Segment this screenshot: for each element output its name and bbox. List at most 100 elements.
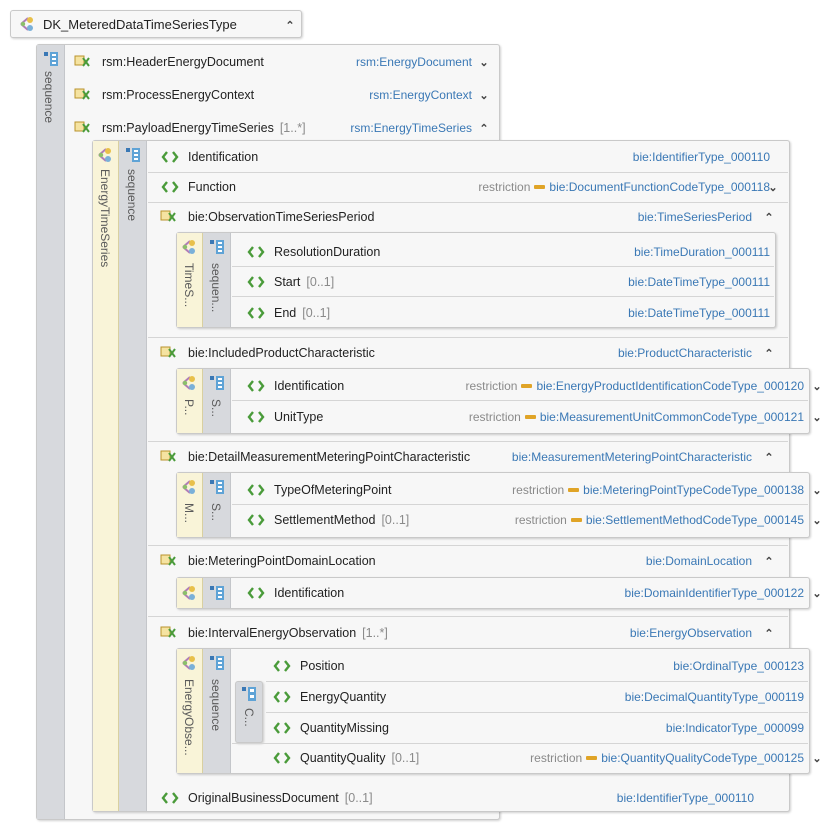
expand-chevron-icon[interactable]: ⌄ bbox=[810, 582, 824, 604]
element-row-energy-quantity[interactable]: EnergyQuantity bbox=[272, 686, 472, 708]
element-type-link[interactable]: bie:TimeSeriesPeriod bbox=[638, 206, 752, 228]
element-icon bbox=[272, 720, 292, 736]
element-type-link[interactable]: bie:OrdinalType_000123 bbox=[673, 655, 804, 677]
payload-type-label: EnergyTimeSeries bbox=[98, 169, 112, 268]
restricted-type[interactable]: restriction bie:EnergyProductIdentificat… bbox=[465, 375, 804, 397]
collapse-chevron-icon[interactable]: ⌃ bbox=[762, 622, 776, 644]
element-row-quantity-quality[interactable]: QuantityQuality [0..1] bbox=[272, 747, 492, 769]
complex-element-icon bbox=[160, 449, 180, 465]
complex-type-icon bbox=[97, 147, 115, 166]
element-row-original-business-document[interactable]: OriginalBusinessDocument [0..1] bbox=[160, 787, 560, 809]
element-type-link[interactable]: bie:IdentifierType_000110 bbox=[633, 146, 770, 168]
element-row-start[interactable]: Start [0..1] bbox=[246, 271, 546, 293]
domain-sequence-strip[interactable] bbox=[203, 578, 231, 608]
complex-element-icon bbox=[160, 625, 180, 641]
expand-chevron-icon[interactable]: ⌄ bbox=[810, 509, 824, 531]
element-row-included-product-characteristic[interactable]: bie:IncludedProductCharacteristic bbox=[160, 342, 560, 364]
element-row-detail-measurement-metering-point[interactable]: bie:DetailMeasurementMeteringPointCharac… bbox=[160, 446, 560, 468]
product-sequence-label: S... bbox=[209, 399, 223, 418]
expand-chevron-icon[interactable]: ⌄ bbox=[766, 176, 780, 198]
element-type-link: bie:QuantityQualityCodeType_000125 bbox=[601, 751, 804, 765]
choice-label: C... bbox=[242, 708, 256, 727]
element-type-link[interactable]: bie:DomainIdentifierType_000122 bbox=[625, 582, 804, 604]
element-row-metering-point-domain-location[interactable]: bie:MeteringPointDomainLocation bbox=[160, 550, 560, 572]
element-type-link[interactable]: bie:IdentifierType_000110 bbox=[617, 787, 754, 809]
collapse-chevron-icon[interactable]: ⌃ bbox=[477, 117, 491, 139]
restricted-type[interactable]: restriction bie:DocumentFunctionCodeType… bbox=[478, 176, 770, 198]
restricted-type[interactable]: restriction bie:QuantityQualityCodeType_… bbox=[530, 747, 804, 769]
element-type-link[interactable]: bie:EnergyObservation bbox=[630, 622, 752, 644]
element-row-product-identification[interactable]: Identification bbox=[246, 375, 466, 397]
collapse-chevron-icon[interactable]: ⌃ bbox=[762, 342, 776, 364]
collapse-chevron-icon[interactable]: ⌃ bbox=[283, 14, 297, 36]
element-name: bie:IncludedProductCharacteristic bbox=[188, 346, 375, 360]
root-type-header[interactable]: DK_MeteredDataTimeSeriesType ⌃ bbox=[10, 10, 302, 38]
product-sequence-strip[interactable]: S... bbox=[203, 369, 231, 433]
element-row-type-of-metering-point[interactable]: TypeOfMeteringPoint bbox=[246, 479, 486, 501]
collapse-chevron-icon[interactable]: ⌃ bbox=[762, 206, 776, 228]
metering-sequence-strip[interactable]: S... bbox=[203, 473, 231, 537]
collapse-chevron-icon[interactable]: ⌃ bbox=[762, 446, 776, 468]
element-icon bbox=[246, 305, 266, 321]
element-type-link[interactable]: bie:DomainLocation bbox=[646, 550, 752, 572]
row-divider bbox=[232, 296, 774, 297]
element-row-settlement-method[interactable]: SettlementMethod [0..1] bbox=[246, 509, 486, 531]
root-sequence-strip[interactable]: sequence bbox=[37, 45, 65, 819]
collapse-chevron-icon[interactable]: ⌃ bbox=[762, 550, 776, 572]
element-row-domain-identification[interactable]: Identification bbox=[246, 582, 466, 604]
restriction-label: restriction bbox=[478, 180, 531, 194]
domain-type-strip[interactable] bbox=[177, 578, 203, 608]
interval-type-strip[interactable]: EnergyObse... bbox=[177, 649, 203, 773]
element-type-link[interactable]: rsm:EnergyTimeSeries bbox=[350, 117, 472, 139]
element-row-interval-energy-observation[interactable]: bie:IntervalEnergyObservation [1..*] bbox=[160, 622, 560, 644]
restriction-label: restriction bbox=[514, 513, 567, 527]
element-type-link: bie:DocumentFunctionCodeType_000118 bbox=[549, 180, 770, 194]
element-name: OriginalBusinessDocument bbox=[188, 791, 339, 805]
element-type-link[interactable]: bie:TimeDuration_000111 bbox=[634, 241, 770, 263]
element-icon bbox=[246, 512, 266, 528]
element-row-unit-type[interactable]: UnitType bbox=[246, 406, 466, 428]
payload-sequence-strip[interactable]: sequence bbox=[119, 141, 147, 811]
restricted-type[interactable]: restriction bie:SettlementMethodCodeType… bbox=[515, 509, 804, 531]
metering-type-strip[interactable]: M... bbox=[177, 473, 203, 537]
restricted-type[interactable]: restriction bie:MeteringPointTypeCodeTyp… bbox=[512, 479, 804, 501]
element-type-link[interactable]: rsm:EnergyContext bbox=[369, 84, 472, 106]
element-type-link[interactable]: bie:DateTimeType_000111 bbox=[628, 302, 770, 324]
expand-chevron-icon[interactable]: ⌄ bbox=[810, 406, 824, 428]
complex-type-icon bbox=[181, 239, 199, 258]
period-type-strip[interactable]: TimeS... bbox=[177, 233, 203, 327]
choice-group[interactable]: C... bbox=[235, 681, 263, 743]
product-type-strip[interactable]: P... bbox=[177, 369, 203, 433]
element-row-resolution-duration[interactable]: ResolutionDuration bbox=[246, 241, 546, 263]
element-name: rsm:ProcessEnergyContext bbox=[102, 88, 255, 102]
element-icon bbox=[272, 658, 292, 674]
expand-chevron-icon[interactable]: ⌄ bbox=[477, 84, 491, 106]
element-multiplicity: [0..1] bbox=[381, 513, 410, 527]
restricted-type[interactable]: restriction bie:MeasurementUnitCommonCod… bbox=[469, 406, 804, 428]
element-row-quantity-missing[interactable]: QuantityMissing bbox=[272, 717, 472, 739]
period-sequence-strip[interactable]: sequen... bbox=[203, 233, 231, 327]
element-row-function[interactable]: Function bbox=[160, 176, 460, 198]
element-type-link[interactable]: bie:IndicatorType_000099 bbox=[666, 717, 804, 739]
expand-chevron-icon[interactable]: ⌄ bbox=[810, 375, 824, 397]
row-divider bbox=[148, 545, 788, 546]
element-row-end[interactable]: End [0..1] bbox=[246, 302, 546, 324]
element-type-link[interactable]: rsm:EnergyDocument bbox=[356, 51, 472, 73]
sequence-icon bbox=[208, 585, 226, 604]
element-multiplicity: [1..*] bbox=[279, 121, 306, 135]
period-type-label: TimeS... bbox=[182, 263, 196, 308]
payload-type-strip[interactable]: EnergyTimeSeries bbox=[93, 141, 119, 811]
element-row-observation-time-series-period[interactable]: bie:ObservationTimeSeriesPeriod bbox=[160, 206, 560, 228]
element-type-link[interactable]: bie:DecimalQuantityType_000119 bbox=[625, 686, 804, 708]
expand-chevron-icon[interactable]: ⌄ bbox=[477, 51, 491, 73]
expand-chevron-icon[interactable]: ⌄ bbox=[810, 747, 824, 769]
expand-chevron-icon[interactable]: ⌄ bbox=[810, 479, 824, 501]
element-type-link[interactable]: bie:ProductCharacteristic bbox=[618, 342, 752, 364]
element-name: Function bbox=[188, 180, 236, 194]
element-name: bie:DetailMeasurementMeteringPointCharac… bbox=[188, 450, 471, 464]
element-type-link[interactable]: bie:MeasurementMeteringPointCharacterist… bbox=[512, 446, 752, 468]
element-row-position[interactable]: Position bbox=[272, 655, 472, 677]
element-type-link[interactable]: bie:DateTimeType_000111 bbox=[628, 271, 770, 293]
interval-sequence-strip[interactable]: sequence bbox=[203, 649, 231, 773]
complex-element-icon bbox=[74, 87, 94, 103]
